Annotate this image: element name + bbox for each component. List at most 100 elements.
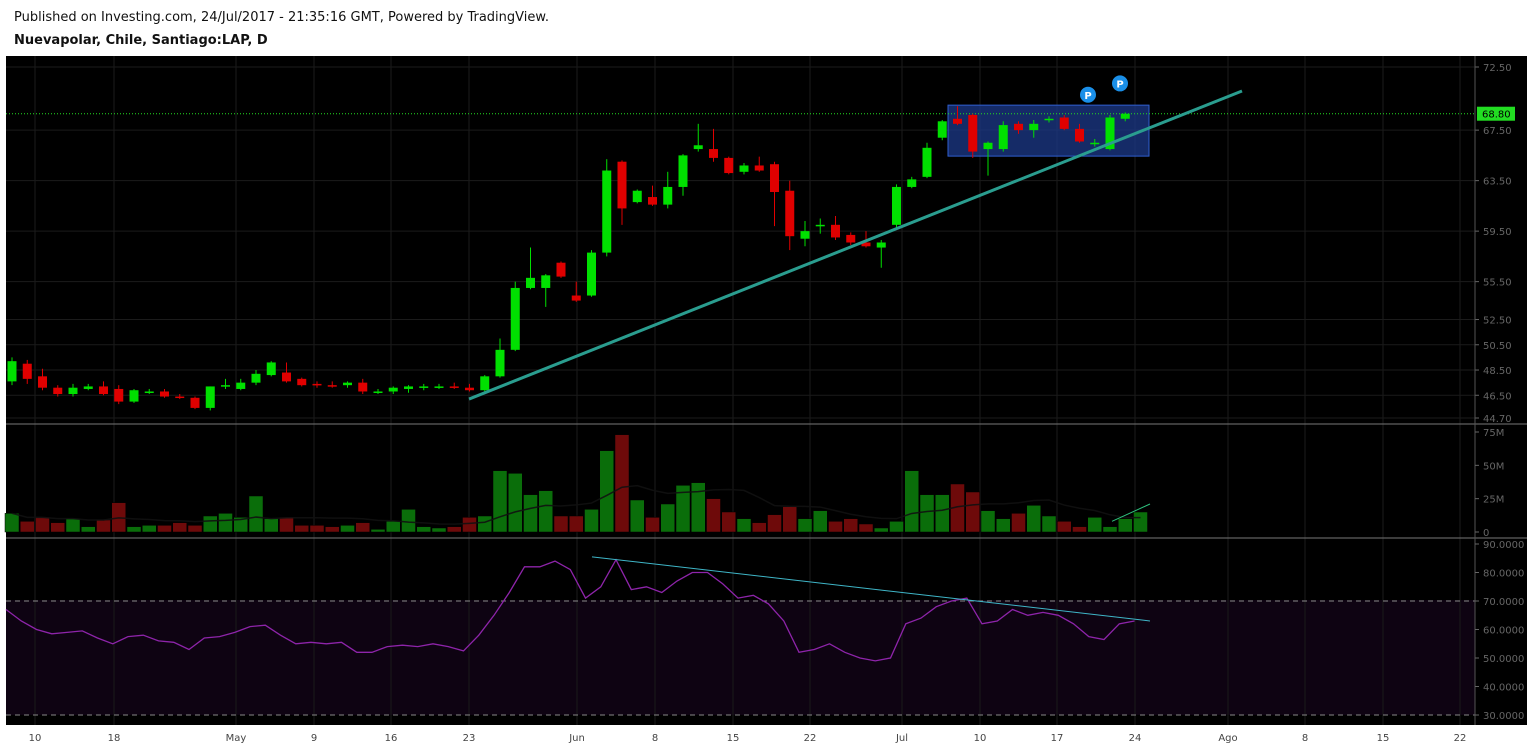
volume-bar bbox=[813, 510, 828, 533]
volume-bar bbox=[65, 518, 81, 533]
candle bbox=[541, 275, 551, 288]
volume-bar bbox=[843, 518, 858, 533]
candle bbox=[1059, 117, 1069, 129]
volume-bar bbox=[1011, 513, 1026, 533]
price-tick-label: 55.50 bbox=[1483, 278, 1512, 289]
rsi-tick-label: 60.0000 bbox=[1483, 626, 1524, 637]
candle bbox=[465, 387, 474, 391]
candle bbox=[7, 361, 17, 382]
candle bbox=[282, 372, 291, 382]
volume-bar bbox=[264, 518, 279, 533]
volume-bar bbox=[96, 519, 111, 533]
volume-bar bbox=[584, 509, 599, 533]
price-tick-label: 67.50 bbox=[1483, 126, 1512, 137]
volume-bar bbox=[660, 503, 675, 533]
candle bbox=[709, 149, 718, 158]
candle bbox=[99, 386, 108, 395]
candle bbox=[831, 224, 840, 238]
volume-bar bbox=[874, 527, 889, 533]
volume-bar bbox=[294, 525, 309, 533]
price-tick-label: 52.50 bbox=[1483, 316, 1512, 327]
candle bbox=[205, 386, 215, 408]
candle bbox=[449, 386, 459, 388]
marker-label: P bbox=[1084, 91, 1091, 102]
candle bbox=[907, 179, 917, 187]
volume-bar bbox=[126, 526, 142, 533]
candle bbox=[144, 391, 154, 393]
x-tick-label: 24 bbox=[1129, 733, 1142, 744]
rsi-tick-label: 80.0000 bbox=[1483, 569, 1524, 580]
volume-bar bbox=[1072, 526, 1087, 533]
candle bbox=[739, 165, 749, 172]
volume-bar bbox=[416, 526, 431, 533]
price-tick-label: 59.50 bbox=[1483, 227, 1512, 238]
candle bbox=[892, 186, 901, 225]
candle bbox=[876, 242, 886, 248]
volume-bar bbox=[340, 525, 355, 533]
volume-bar bbox=[614, 434, 630, 533]
candle bbox=[953, 118, 962, 124]
price-tick-label: 44.70 bbox=[1483, 414, 1512, 425]
candle bbox=[800, 231, 810, 239]
candle bbox=[480, 376, 490, 391]
volume-bar bbox=[1133, 511, 1148, 533]
candle bbox=[693, 145, 703, 150]
x-tick-label: 15 bbox=[727, 733, 740, 744]
volume-bar bbox=[1041, 515, 1057, 533]
volume-bar bbox=[81, 526, 96, 533]
volume-bar bbox=[325, 526, 340, 533]
x-tick-label: May bbox=[226, 733, 247, 744]
candle bbox=[419, 386, 429, 388]
volume-bar bbox=[797, 518, 813, 533]
candle bbox=[937, 121, 947, 138]
x-tick-label: 23 bbox=[463, 733, 476, 744]
volume-bar bbox=[20, 521, 35, 533]
candle bbox=[846, 234, 856, 243]
volume-bar bbox=[965, 491, 980, 533]
volume-bar bbox=[157, 525, 172, 533]
volume-bar bbox=[187, 525, 203, 533]
price-tick-label: 48.50 bbox=[1483, 366, 1512, 377]
volume-tick-label: 0 bbox=[1483, 528, 1489, 539]
volume-bar bbox=[279, 517, 294, 533]
candle bbox=[724, 157, 734, 174]
candle bbox=[510, 287, 520, 350]
candle bbox=[312, 383, 322, 386]
volume-bar bbox=[35, 517, 50, 533]
volume-bar bbox=[828, 521, 843, 533]
volume-bar bbox=[447, 526, 462, 533]
candle bbox=[1120, 113, 1130, 119]
candle bbox=[434, 386, 444, 388]
volume-tick-label: 25M bbox=[1483, 495, 1504, 506]
x-tick-label: 15 bbox=[1377, 733, 1390, 744]
volume-bar bbox=[431, 527, 447, 533]
candle bbox=[175, 396, 185, 399]
x-tick-label: Ago bbox=[1218, 733, 1237, 744]
volume-bar bbox=[904, 470, 919, 533]
volume-bar bbox=[1026, 505, 1041, 533]
volume-bar bbox=[1057, 521, 1072, 533]
candle bbox=[571, 295, 581, 301]
x-tick-label: 18 bbox=[108, 733, 121, 744]
volume-bar bbox=[50, 522, 65, 533]
volume-bar bbox=[721, 511, 736, 533]
candle bbox=[1090, 142, 1100, 145]
candle bbox=[663, 186, 673, 205]
volume-bar bbox=[477, 515, 492, 533]
candle bbox=[327, 385, 337, 387]
volume-bar bbox=[706, 498, 721, 533]
volume-tick-label: 50M bbox=[1483, 461, 1504, 472]
volume-bar bbox=[996, 518, 1011, 533]
rsi-tick-label: 90.0000 bbox=[1483, 540, 1524, 551]
x-tick-label: 8 bbox=[652, 733, 658, 744]
marker-label: P bbox=[1116, 79, 1123, 90]
chart-canvas[interactable]: P P 10 18 May 9 16 23 Jun 8 15 22 Jul 10 17 24 Ago 8 15 22… bbox=[0, 0, 1533, 749]
volume-bar bbox=[492, 470, 508, 533]
candle bbox=[221, 385, 230, 387]
candle bbox=[343, 382, 352, 386]
volume-bar bbox=[630, 499, 645, 533]
candle bbox=[297, 378, 307, 386]
volume-bar bbox=[386, 521, 401, 533]
volume-bar bbox=[1118, 518, 1133, 533]
volume-bar bbox=[4, 513, 20, 533]
